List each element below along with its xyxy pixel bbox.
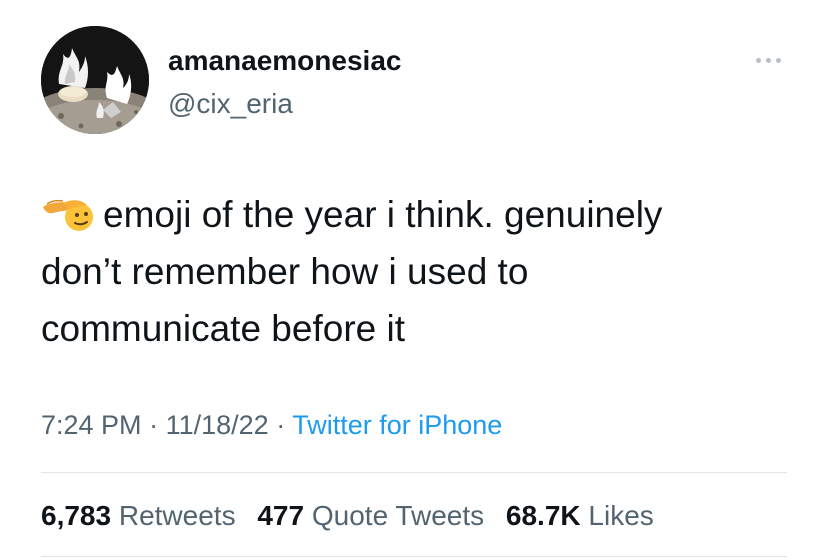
likes-stat[interactable]: 68.7K Likes xyxy=(506,500,654,531)
tweet-stats: 6,783 Retweets 477 Quote Tweets 68.7K Li… xyxy=(41,499,668,533)
tweet-card: amanaemonesiac @cix_eria emoji of the ye… xyxy=(0,0,828,560)
tweet-line-3: communicate before it xyxy=(41,308,406,349)
saluting-face-emoji-icon xyxy=(41,192,97,232)
divider xyxy=(41,472,787,473)
tweet-line-1: emoji of the year i think. genuinely xyxy=(103,194,663,235)
retweets-count: 6,783 xyxy=(41,500,112,531)
meta-separator: · xyxy=(276,410,286,440)
divider xyxy=(41,556,787,557)
meta-separator: · xyxy=(149,410,159,440)
tweet-text: emoji of the year i think. genuinely don… xyxy=(41,186,801,357)
likes-label: Likes xyxy=(588,500,654,531)
tweet-source-link[interactable]: Twitter for iPhone xyxy=(292,410,502,440)
dot xyxy=(765,57,771,63)
display-name[interactable]: amanaemonesiac xyxy=(168,44,401,78)
quote-tweets-stat[interactable]: 477 Quote Tweets xyxy=(257,500,492,531)
tweet-date[interactable]: 11/18/22 xyxy=(166,410,269,440)
avatar-image xyxy=(41,26,149,134)
avatar[interactable] xyxy=(41,26,149,134)
quote-tweets-label: Quote Tweets xyxy=(311,500,485,531)
tweet-meta: 7:24 PM · 11/18/22 · Twitter for iPhone xyxy=(41,408,502,442)
tweet-line-2: don’t remember how i used to xyxy=(41,251,529,292)
dot xyxy=(755,57,761,63)
retweets-label: Retweets xyxy=(118,500,236,531)
tweet-time[interactable]: 7:24 PM xyxy=(41,410,142,440)
quote-tweets-count: 477 xyxy=(257,500,305,531)
dot xyxy=(775,57,781,63)
likes-count: 68.7K xyxy=(505,500,581,531)
more-options-icon[interactable] xyxy=(748,50,788,70)
retweets-stat[interactable]: 6,783 Retweets xyxy=(41,500,243,531)
user-handle[interactable]: @cix_eria xyxy=(168,87,293,121)
